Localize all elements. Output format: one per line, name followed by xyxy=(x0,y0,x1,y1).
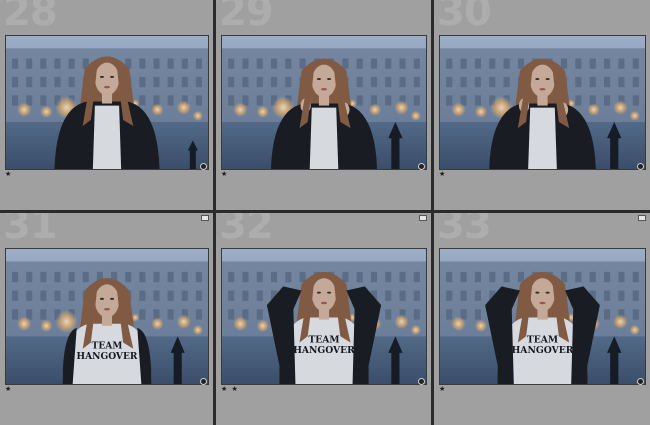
cell-index-number: 31 xyxy=(3,213,58,248)
photo-settings-icon[interactable] xyxy=(637,163,644,170)
photo-thumbnail[interactable]: TEAM HANGOVER xyxy=(439,248,646,385)
thumbnail-cell[interactable]: 30 ★ xyxy=(434,0,650,210)
photo-settings-icon[interactable] xyxy=(200,163,207,170)
thumbnail-cell[interactable]: 28 ★ xyxy=(0,0,213,210)
cell-index-number: 28 xyxy=(3,0,58,35)
photo-settings-icon[interactable] xyxy=(418,378,425,385)
photo-settings-icon[interactable] xyxy=(637,378,644,385)
flag-icon[interactable] xyxy=(201,215,209,221)
photo-thumbnail[interactable] xyxy=(5,35,209,170)
thumbnail-cell[interactable]: 31 TEAM HANGOVER ★ xyxy=(0,213,213,425)
cell-index-number: 29 xyxy=(219,0,274,35)
cell-index-number: 33 xyxy=(437,213,492,248)
thumbnail-cell[interactable]: 32 TEAM HANGOVER ★ ★ xyxy=(216,213,431,425)
photo-thumbnail[interactable]: TEAM HANGOVER xyxy=(221,248,427,385)
photo-thumbnail[interactable] xyxy=(439,35,646,170)
cell-index-number: 30 xyxy=(437,0,492,35)
photo-settings-icon[interactable] xyxy=(418,163,425,170)
star-rating[interactable]: ★ xyxy=(5,170,12,178)
photo-settings-icon[interactable] xyxy=(200,378,207,385)
flag-icon[interactable] xyxy=(638,215,646,221)
thumbnail-grid: 28 ★ 29 ★ 30 ★ 31 TEAM HANGOVER ★ 32 TEA… xyxy=(0,0,650,425)
star-rating[interactable]: ★ xyxy=(221,170,228,178)
photo-thumbnail[interactable] xyxy=(221,35,427,170)
star-rating[interactable]: ★ xyxy=(5,385,12,393)
thumbnail-cell[interactable]: 29 ★ xyxy=(216,0,431,210)
thumbnail-cell[interactable]: 33 TEAM HANGOVER ★ xyxy=(434,213,650,425)
photo-thumbnail[interactable]: TEAM HANGOVER xyxy=(5,248,209,385)
flag-icon[interactable] xyxy=(419,215,427,221)
star-rating[interactable]: ★ xyxy=(439,170,446,178)
cell-index-number: 32 xyxy=(219,213,274,248)
star-rating[interactable]: ★ xyxy=(439,385,446,393)
star-rating[interactable]: ★ ★ xyxy=(221,385,239,393)
